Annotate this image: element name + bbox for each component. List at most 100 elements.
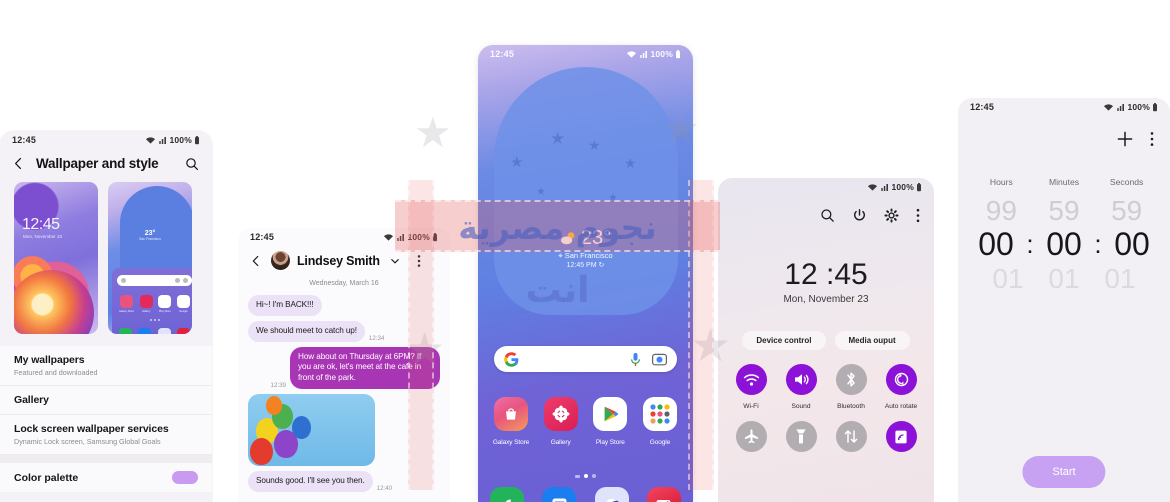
toggle-bluetooth[interactable]: Bluetooth [826,364,876,413]
app-galaxy-store[interactable]: Galaxy Store [488,397,534,449]
search-icon[interactable] [820,208,835,228]
page-dot[interactable] [575,474,580,478]
option-gallery[interactable]: Gallery [0,386,212,415]
messages-icon[interactable] [542,487,577,502]
search-input[interactable] [494,346,677,372]
start-button[interactable]: Start [1022,456,1106,488]
status-bar-time: 12:45 [490,49,515,59]
weather-widget[interactable]: 23° ⌖ San Francisco 12:45 PM ↻ [478,227,693,269]
device-control-button[interactable]: Device control [742,331,826,350]
wallpaper-blob [494,67,678,315]
preview-app-label: Galaxy Store [119,310,134,313]
timer-wheel-hours[interactable]: 99 [973,193,1029,228]
app-google-folder[interactable]: Google [637,397,683,449]
message-bubble[interactable]: Sounds good. I'll see you then. [248,471,373,492]
battery-percent: 100% [407,232,430,242]
section-divider [0,455,212,463]
status-bar: 12:45 100% [238,228,450,246]
toggle-auto-rotate[interactable]: Auto rotate [876,364,926,413]
message-bubble[interactable]: We should meet to catch up! [248,320,365,342]
app-gallery[interactable]: Gallery [538,397,584,449]
preview-home-weather: 23° San Francisco [108,230,192,241]
battery-icon [676,49,680,58]
timer-wheel-minutes[interactable]: 59 [1036,193,1092,228]
camera-lens-icon[interactable] [652,352,667,366]
sound-icon [785,364,817,395]
message-time: 12:39 [270,382,286,390]
color-swatch[interactable] [172,471,198,484]
partly-cloudy-icon [560,232,575,245]
selected-minutes[interactable]: 00 [1036,226,1092,263]
avatar[interactable] [271,251,290,270]
balloon-shape [250,438,273,466]
more-vertical-icon[interactable] [411,252,428,269]
column-header: Hours [989,177,1013,187]
toggle-flashlight[interactable] [776,421,826,452]
toggle-airplane-mode[interactable] [726,421,776,452]
quick-settings-panel: 12:45 100% 12 :45 Mon, No [718,178,934,502]
back-arrow-icon[interactable] [10,155,27,172]
phone-icon[interactable] [490,487,524,502]
message-bubble[interactable]: How about on Thursday at 6PM? If you are… [290,346,440,390]
back-arrow-icon[interactable] [247,252,264,269]
toggle-nfc[interactable] [876,421,926,452]
option-color-palette[interactable]: Color palette [0,463,212,492]
refresh-icon[interactable]: ↻ [599,262,605,269]
preview-search-bar [117,275,192,286]
contact-name: Lindsey Smith [297,253,380,268]
app-label: Gallery [550,439,571,446]
search-icon[interactable] [183,155,200,172]
microphone-icon[interactable] [630,352,641,367]
chevron-down-icon[interactable] [387,252,404,269]
timer-values-below: 01 01 01 [958,263,1170,295]
lock-screen-preview[interactable]: 12:45 Mon, November 23 [14,182,98,334]
option-my-wallpapers[interactable]: My wallpapers Featured and downloaded [0,346,212,386]
home-screen-preview[interactable]: 23° San Francisco Galaxy Store Gallery P… [108,182,192,334]
selected-hours[interactable]: 00 [968,226,1024,263]
power-icon[interactable] [852,208,867,228]
toggle-mobile-data[interactable] [826,421,876,452]
flashlight-icon [785,421,817,452]
messages-panel: 12:45 100% Lindsey Smith Wednesday, Marc… [238,228,450,502]
status-bar: 12:45 100% [0,131,212,149]
toggle-sound[interactable]: Sound [776,364,826,413]
messages-icon [138,328,152,334]
timer-wheel-seconds[interactable]: 59 [1099,193,1155,228]
toggle-wifi[interactable]: Wi-Fi [726,364,776,413]
preview-app: Galaxy Store [119,295,134,313]
more-vertical-icon[interactable] [1150,131,1154,152]
signal-icon [881,183,889,191]
internet-icon[interactable] [594,487,629,502]
more-vertical-icon[interactable] [916,208,920,228]
signal-icon [640,50,648,58]
selected-seconds[interactable]: 00 [1104,226,1160,263]
preview-app-label: Google [179,310,188,313]
battery-icon [1153,102,1157,111]
wifi-icon [146,136,156,144]
google-folder-icon [642,397,677,431]
timer-panel: 12:45 100% Hours Minutes Seconds 99 59 5… [958,98,1170,502]
message-photo[interactable] [248,394,375,467]
preview-app: Google [176,295,190,313]
settings-gear-icon[interactable] [884,208,899,228]
toggle-label: Wi-Fi [743,403,759,410]
balloon-shape [266,396,282,416]
app-play-store[interactable]: Play Store [587,397,633,449]
quick-panel-chips: Device control Media ouput [718,331,934,350]
toggle-label: Sound [791,403,811,410]
message-bubble[interactable]: Hi~! I'm BACK!!! [248,295,322,316]
camera-icon[interactable] [646,487,681,502]
preview-mic-icon [175,278,180,283]
timer-column: Minutes [1036,177,1092,187]
wifi-icon [384,233,394,241]
weather-time-row: 12:45 PM ↻ [478,261,693,269]
status-bar-time: 12:45 [12,135,37,145]
option-lock-screen-services[interactable]: Lock screen wallpaper services Dynamic L… [0,415,212,455]
page-dot[interactable] [592,474,596,478]
page-dot-active[interactable] [584,474,588,478]
plus-icon[interactable] [1116,130,1134,153]
home-app-row: Galaxy Store Gallery Play Store Google [488,397,683,449]
mobile-data-icon [835,421,867,452]
media-output-button[interactable]: Media ouput [834,331,910,350]
gallery-icon [543,397,578,431]
